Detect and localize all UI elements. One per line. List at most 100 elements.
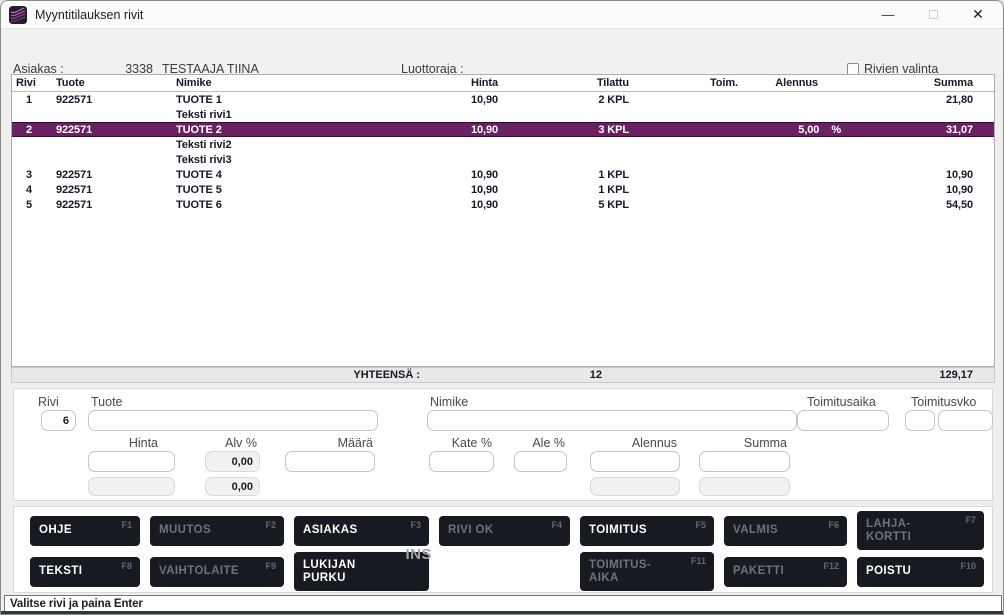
cell-rivi: 3: [12, 169, 46, 181]
alv-input: [205, 451, 260, 472]
maara-input[interactable]: [285, 451, 375, 472]
cell-rivi: 4: [12, 184, 46, 196]
cell-tilattu: 1 KPL: [529, 169, 660, 181]
cell-hinta: 10,90: [439, 184, 529, 196]
function-buttons-panel: OHJE F1 MUUTOSF2 ASIAKASF3 RIVI OKF4 TOIMITUS…: [13, 506, 993, 593]
button-label: VAIHTOLAITE: [159, 565, 239, 578]
button-poistu[interactable]: POISTU F10: [857, 557, 984, 587]
window-controls: — ✕: [873, 4, 1003, 26]
hinta-label: Hinta: [129, 436, 158, 450]
alennus-input[interactable]: [590, 451, 680, 472]
shortcut-badge: F1: [121, 520, 132, 530]
toimitusvko-input-2[interactable]: [938, 410, 993, 431]
summa-label: Summa: [744, 436, 787, 450]
table-row[interactable]: 2922571TUOTE 210,903 KPL5,00%31,07: [12, 122, 994, 137]
shortcut-badge: F2: [265, 520, 276, 530]
button-label: LUKIJAN PURKU: [303, 559, 356, 585]
toimitusaika-input[interactable]: [797, 410, 889, 431]
button-label: POISTU: [866, 565, 911, 578]
column-header-toim: Toim.: [660, 77, 742, 89]
summa-input-2: [699, 477, 790, 496]
minimize-icon[interactable]: —: [873, 4, 903, 26]
row-edit-form: Rivi Tuote Nimike Toimitusaika Toimitusv…: [13, 388, 993, 501]
cell-hinta: 10,90: [439, 169, 529, 181]
table-row[interactable]: 4922571TUOTE 510,901 KPL10,90: [12, 182, 994, 197]
totals-quantity: 12: [590, 369, 602, 382]
shortcut-badge: F5: [695, 520, 706, 530]
table-row[interactable]: Teksti rivi3: [12, 152, 994, 167]
button-label: OHJE: [39, 524, 72, 537]
table-row[interactable]: 1922571TUOTE 110,902 KPL21,80: [12, 92, 994, 107]
cell-nimike: TUOTE 1: [166, 94, 439, 106]
summa-input[interactable]: [699, 451, 790, 472]
column-header-rivi: Rivi: [12, 77, 46, 89]
button-muutos: MUUTOSF2: [150, 516, 284, 546]
kate-input[interactable]: [429, 451, 494, 472]
table-row[interactable]: Teksti rivi1: [12, 107, 994, 122]
column-header-tuote: Tuote: [46, 77, 166, 89]
ale-input[interactable]: [514, 451, 567, 472]
window-bottom-edge: [1, 611, 1003, 614]
button-toimitus[interactable]: TOIMITUSF5: [580, 516, 714, 546]
table-row[interactable]: 3922571TUOTE 410,901 KPL10,90: [12, 167, 994, 182]
tuote-label: Tuote: [91, 395, 123, 409]
buttons-grid: OHJE F1 MUUTOSF2 ASIAKASF3 RIVI OKF4 TOIMITUS…: [14, 507, 992, 592]
close-icon[interactable]: ✕: [963, 4, 993, 26]
shortcut-badge: F8: [121, 561, 132, 571]
rivi-input[interactable]: [41, 410, 76, 431]
toimitusaika-label: Toimitusaika: [807, 395, 876, 409]
column-header-summa: Summa: [852, 77, 994, 89]
button-label: VALMIS: [733, 524, 778, 537]
toimitusvko-label: Toimitusvko: [911, 395, 976, 409]
totals-label: YHTEENSÄ :: [353, 369, 420, 382]
tuote-input[interactable]: [88, 410, 378, 431]
table-row[interactable]: 5922571TUOTE 610,905 KPL54,50: [12, 197, 994, 212]
shortcut-badge: F6: [828, 520, 839, 530]
cell-tuote: 922571: [46, 94, 166, 106]
cell-rivi: 2: [12, 124, 46, 136]
totals-amount: 129,17: [939, 369, 973, 382]
nimike-input[interactable]: [427, 410, 797, 431]
cell-nimike: TUOTE 4: [166, 169, 439, 181]
button-toimitus-aika: TOIMITUS- AIKAF11: [580, 552, 714, 591]
shortcut-badge: INS: [405, 546, 432, 563]
table-rows: 1922571TUOTE 110,902 KPL21,80Teksti rivi…: [12, 92, 994, 212]
rivi-label: Rivi: [38, 395, 59, 409]
column-header-nimike: Nimike: [166, 77, 439, 89]
button-ohje[interactable]: OHJE F1: [30, 516, 140, 546]
cell-tuote: 922571: [46, 124, 166, 136]
table-header: Rivi Tuote Nimike Hinta Tilattu Toim. Al…: [12, 75, 994, 92]
titlebar: Myyntitilauksen rivit — ✕: [1, 1, 1003, 29]
nimike-label: Nimike: [430, 395, 468, 409]
table-row[interactable]: Teksti rivi2: [12, 137, 994, 152]
cell-tuote: 922571: [46, 199, 166, 211]
button-rivi-ok: RIVI OKF4: [439, 516, 570, 546]
button-teksti[interactable]: TEKSTIF8: [30, 557, 140, 587]
cell-alennus: 5,00%: [742, 124, 852, 136]
toimitusvko-input-1[interactable]: [905, 410, 935, 431]
hinta-input-2: [88, 477, 175, 496]
button-valmis: VALMIS F6: [724, 516, 847, 546]
maara-label: Määrä: [338, 436, 373, 450]
cell-nimike: TUOTE 2: [166, 124, 439, 136]
alv-input-2: [205, 477, 260, 496]
button-label: TOIMITUS- AIKA: [589, 559, 651, 585]
button-asiakas[interactable]: ASIAKASF3: [294, 516, 429, 546]
shortcut-badge: F12: [823, 561, 839, 571]
shortcut-badge: F10: [960, 561, 976, 571]
order-rows-table: Rivi Tuote Nimike Hinta Tilattu Toim. Al…: [11, 74, 995, 367]
alennus-input-2: [590, 477, 680, 496]
column-header-alennus: Alennus: [742, 77, 852, 89]
button-lukijan-purku[interactable]: LUKIJAN PURKUINS: [294, 552, 429, 591]
shortcut-badge: F7: [965, 515, 976, 525]
cell-hinta: 10,90: [439, 199, 529, 211]
button-lahja-kortti: LAHJA- KORTTI F7: [857, 511, 984, 550]
hinta-input[interactable]: [88, 451, 175, 472]
button-label: LAHJA- KORTTI: [866, 518, 911, 544]
maximize-icon: [918, 4, 948, 26]
button-label: RIVI OK: [448, 524, 494, 537]
button-vaihtolaite: VAIHTOLAITEF9: [150, 557, 284, 587]
cell-tuote: 922571: [46, 169, 166, 181]
app-window: Myyntitilauksen rivit — ✕ Asiakas : 3338…: [0, 0, 1004, 615]
cell-nimike: TUOTE 5: [166, 184, 439, 196]
